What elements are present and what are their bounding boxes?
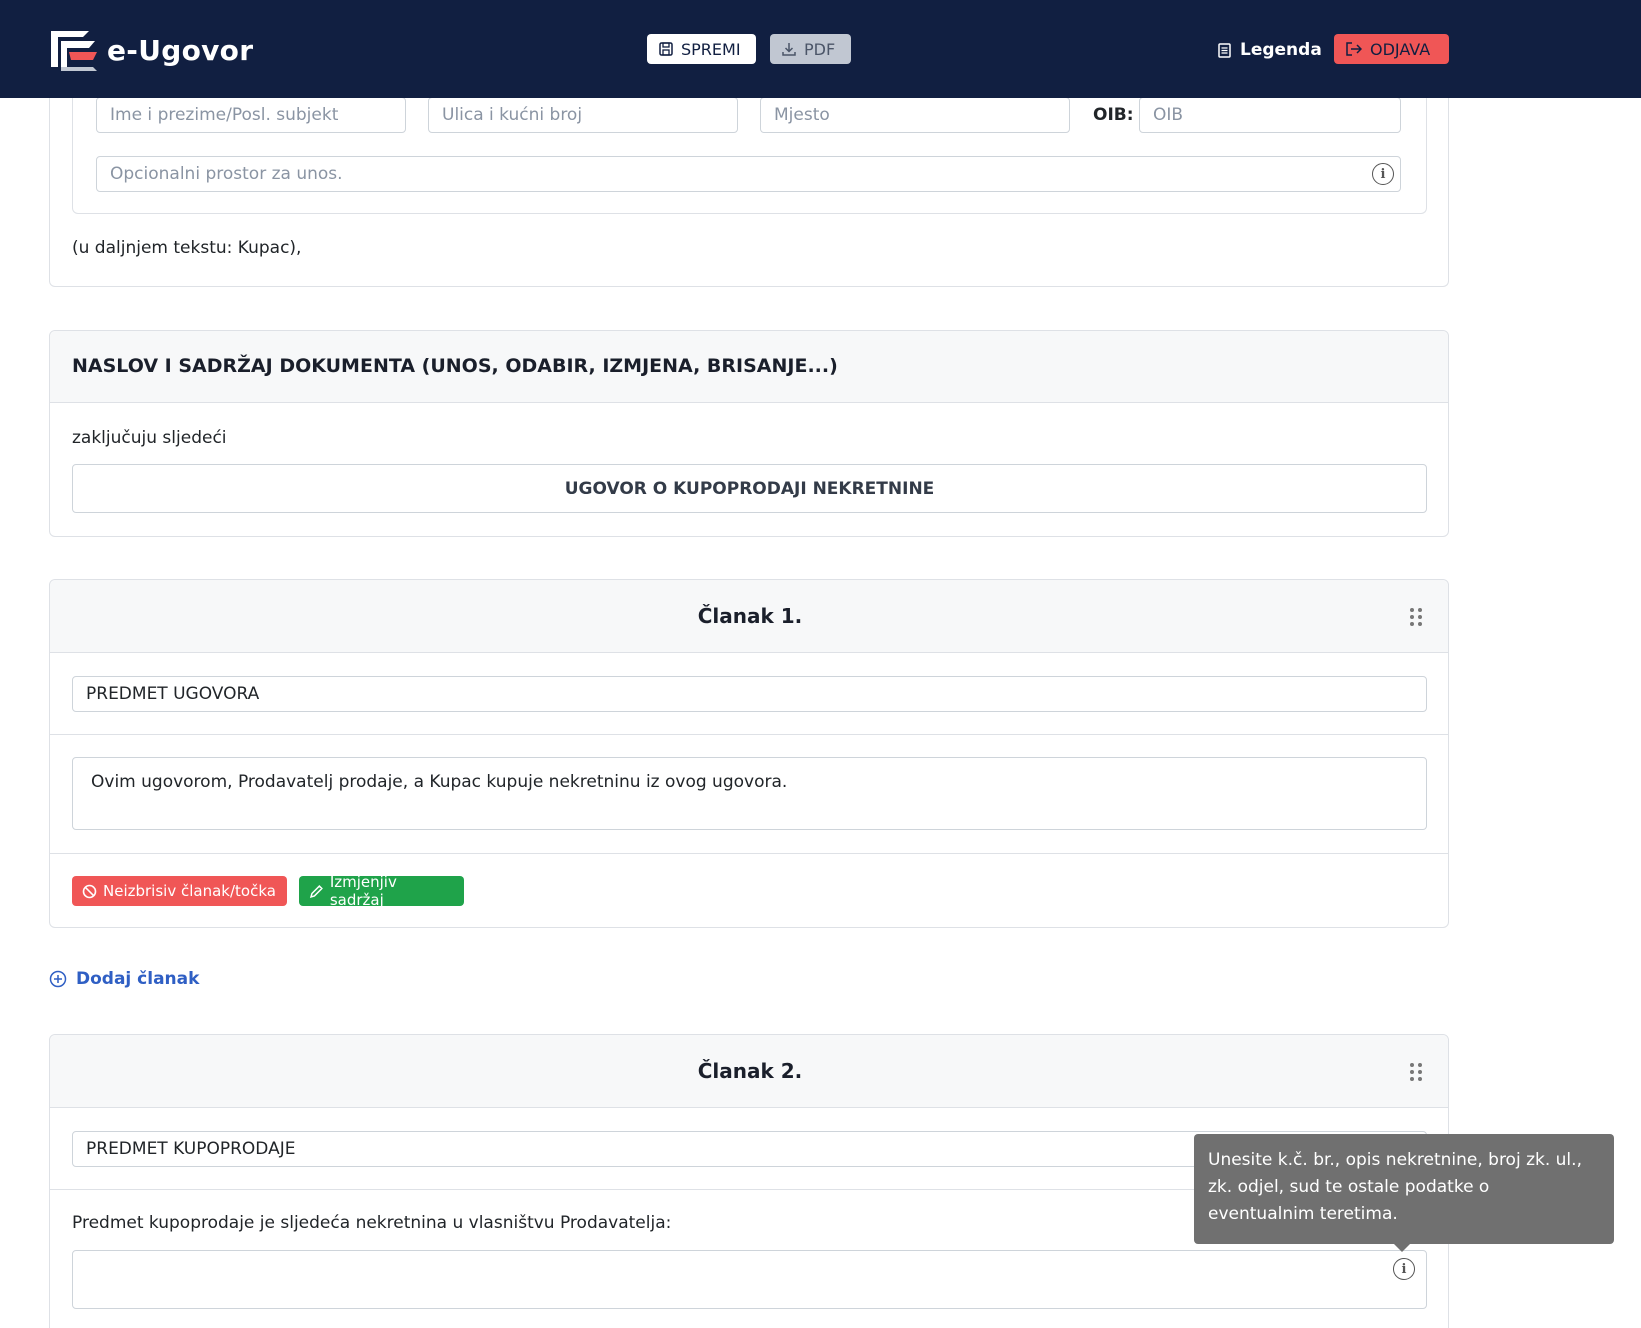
buyer-footer-text: (u daljnjem tekstu: Kupac),	[72, 238, 302, 258]
article-2-body-textarea[interactable]	[72, 1250, 1427, 1309]
title-section-heading: NASLOV I SADRŽAJ DOKUMENTA (UNOS, ODABIR…	[72, 355, 838, 377]
brand-logo-icon	[51, 31, 97, 71]
save-button[interactable]: SPREMI	[647, 34, 756, 64]
article-1-body-textarea[interactable]: Ovim ugovorom, Prodavatelj prodaje, a Ku…	[72, 757, 1427, 830]
article-2-header: Članak 2.	[50, 1035, 1448, 1108]
article-1-card: Članak 1. PREDMET UGOVORA Ovim ugovorom,…	[49, 579, 1449, 928]
buyer-place-input[interactable]	[760, 97, 1070, 133]
title-section-intro: zaključuju sljedeći	[72, 428, 227, 448]
article-1-subject-input[interactable]: PREDMET UGOVORA	[72, 676, 1427, 712]
info-icon[interactable]: i	[1393, 1258, 1415, 1280]
title-section-header: NASLOV I SADRŽAJ DOKUMENTA (UNOS, ODABIR…	[50, 331, 1448, 403]
buyer-name-input[interactable]	[96, 97, 406, 133]
pencil-icon	[309, 884, 323, 898]
info-tooltip: Unesite k.č. br., opis nekretnine, broj …	[1194, 1134, 1614, 1252]
logout-button[interactable]: ODJAVA	[1334, 34, 1449, 64]
drag-handle-icon[interactable]	[1410, 1063, 1422, 1081]
editable-badge-label: Izmjenjiv sadržaj	[329, 873, 397, 909]
legend-label: Legenda	[1240, 40, 1322, 60]
document-title-value: UGOVOR O KUPOPRODAJI NEKRETNINE	[564, 478, 935, 499]
legend-link[interactable]: Legenda	[1218, 40, 1322, 60]
non-deletable-badge-label: Neizbrisiv članak/točka	[103, 882, 276, 900]
title-section-card: NASLOV I SADRŽAJ DOKUMENTA (UNOS, ODABIR…	[49, 330, 1449, 537]
buyer-optional-input[interactable]	[96, 156, 1401, 192]
tooltip-text: Unesite k.č. br., opis nekretnine, broj …	[1208, 1150, 1582, 1224]
pdf-button[interactable]: PDF	[770, 34, 851, 64]
plus-circle-icon	[49, 970, 67, 988]
list-icon	[1218, 42, 1231, 58]
article-1-header: Članak 1.	[50, 580, 1448, 653]
article-1-body-value: Ovim ugovorom, Prodavatelj prodaje, a Ku…	[91, 772, 788, 792]
drag-handle-icon[interactable]	[1410, 608, 1422, 626]
save-button-label: SPREMI	[681, 39, 741, 59]
buyer-oib-label: OIB:	[1093, 105, 1134, 125]
download-icon	[782, 43, 796, 56]
article-1-subject-value: PREDMET UGOVORA	[86, 684, 260, 704]
brand[interactable]: e-Ugovor	[49, 27, 253, 73]
pdf-button-label: PDF	[804, 39, 836, 59]
info-icon[interactable]: i	[1372, 163, 1394, 185]
add-article-label: Dodaj članak	[76, 969, 200, 989]
article-2-subject-value: PREDMET KUPOPRODAJE	[86, 1139, 296, 1159]
logout-icon	[1346, 42, 1362, 56]
article-2-intro: Predmet kupoprodaje je sljedeća nekretni…	[72, 1213, 672, 1233]
non-deletable-badge: Neizbrisiv članak/točka	[72, 876, 287, 906]
divider	[50, 853, 1448, 854]
save-icon	[659, 42, 673, 56]
buyer-street-input[interactable]	[428, 97, 738, 133]
logout-button-label: ODJAVA	[1370, 39, 1431, 59]
article-1-title: Članak 1.	[697, 604, 803, 628]
document-title-input[interactable]: UGOVOR O KUPOPRODAJI NEKRETNINE	[72, 464, 1427, 513]
top-navbar: e-Ugovor SPREMI PDF Legenda ODJAVA	[0, 0, 1641, 98]
add-article-link[interactable]: Dodaj članak	[49, 969, 199, 989]
article-2-title: Članak 2.	[697, 1059, 803, 1083]
brand-name: e-Ugovor	[107, 33, 254, 67]
divider	[50, 734, 1448, 735]
buyer-oib-input[interactable]	[1139, 97, 1401, 133]
editable-badge: Izmjenjiv sadržaj	[299, 873, 464, 909]
ban-icon	[82, 884, 97, 898]
